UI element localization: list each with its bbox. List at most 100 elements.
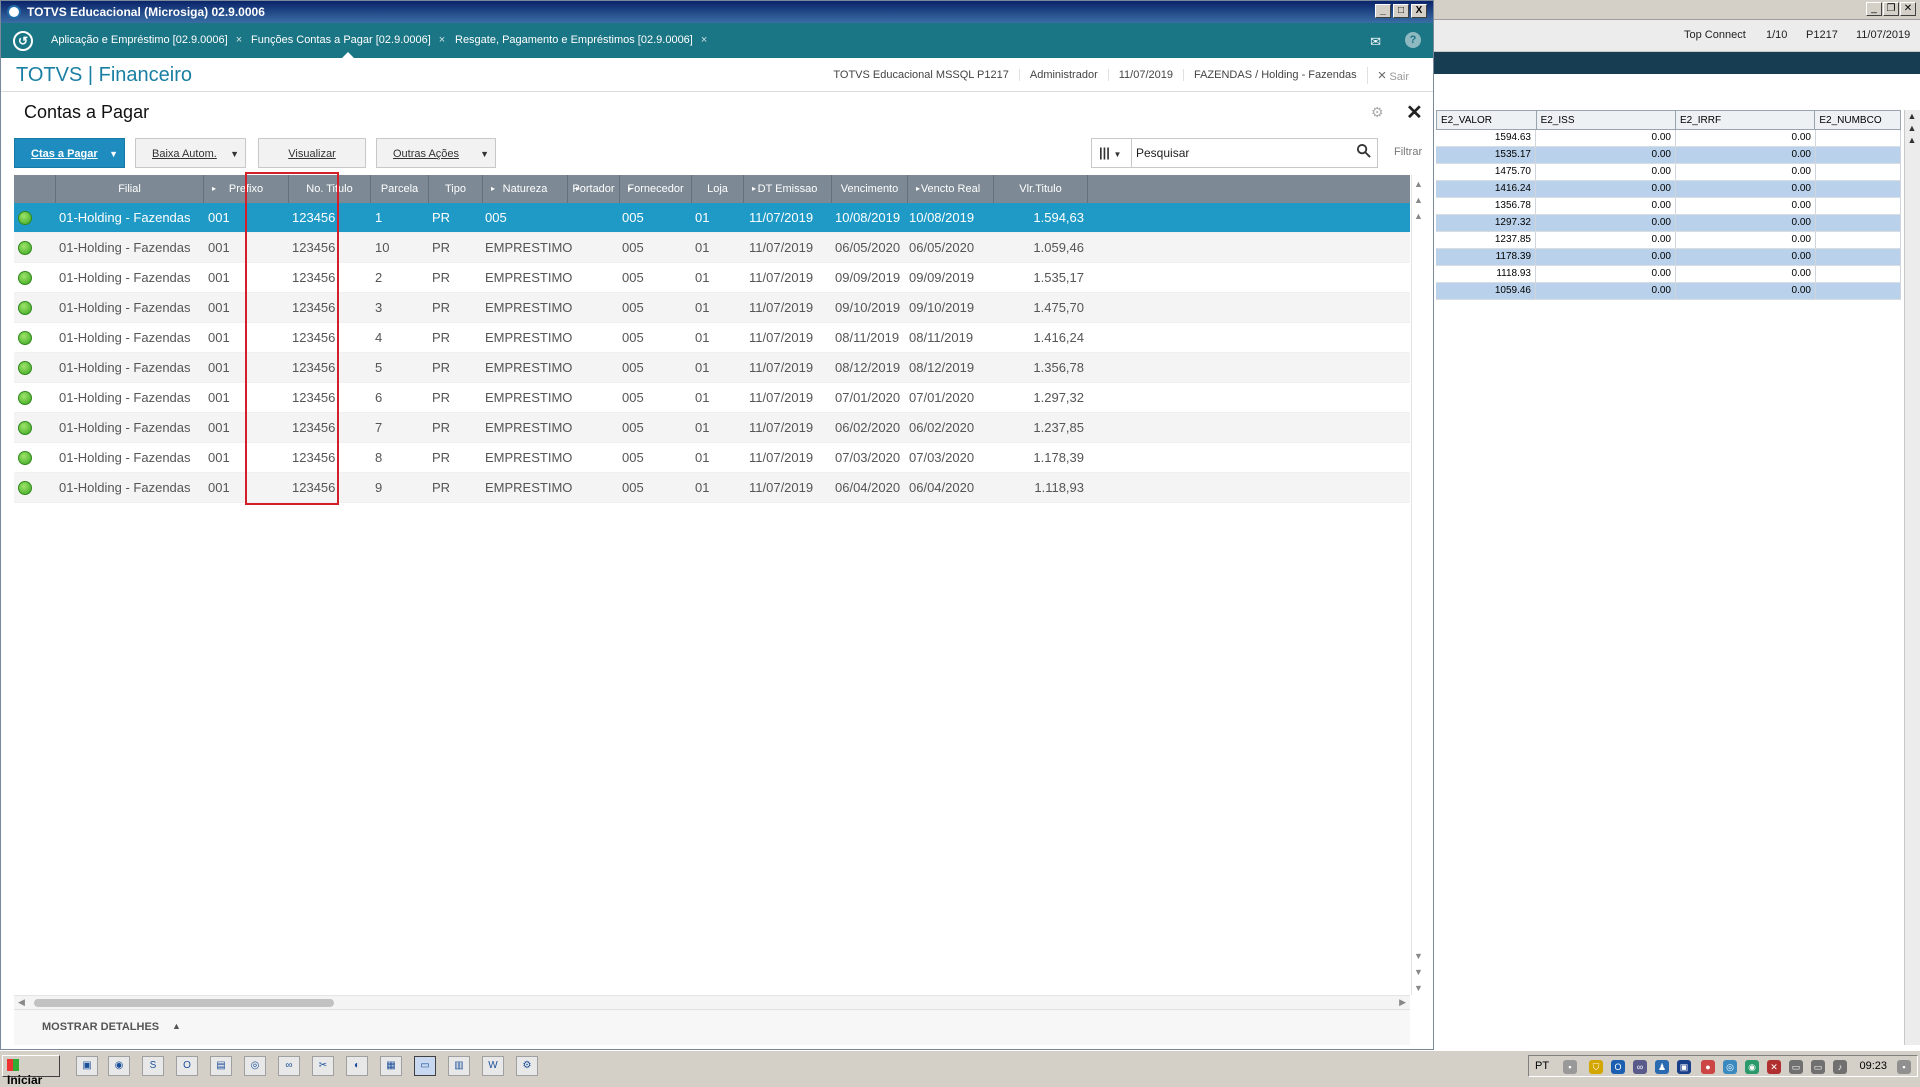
status-legend-icon[interactable] (18, 211, 32, 225)
outlook-tray-icon[interactable]: O (1611, 1060, 1625, 1074)
tray-icon[interactable]: ♟ (1655, 1060, 1669, 1074)
status-legend-icon[interactable] (18, 481, 32, 495)
chrome-icon[interactable]: ◎ (244, 1056, 266, 1076)
search-icon[interactable] (1356, 143, 1371, 162)
bg-restore-button[interactable]: ❐ (1883, 2, 1899, 16)
taskbar-app-icon[interactable]: ◐ (346, 1056, 368, 1076)
taskbar-app-icon[interactable]: ◉ (108, 1056, 130, 1076)
bg-table-row[interactable]: 1416.24 0.00 0.00 (1436, 181, 1901, 198)
table-row[interactable]: 01-Holding - Fazendas 001 123456 6 PR EMPREST… (14, 383, 1410, 413)
chevron-up-icon[interactable]: ▲ (172, 1021, 181, 1031)
scroll-down-icon[interactable]: ▼ (1414, 967, 1423, 977)
visualizar-button[interactable]: Visualizar (258, 138, 366, 168)
bg-table-row[interactable]: 1237.85 0.00 0.00 (1436, 232, 1901, 249)
column-header[interactable]: Vencimento (832, 175, 908, 203)
bg-close-button[interactable]: ✕ (1900, 2, 1916, 16)
bg-col-header[interactable]: E2_IRRF (1676, 111, 1816, 129)
outras-acoes-button[interactable]: Outras Ações ▼ (376, 138, 496, 168)
bg-scroll-up-icon[interactable]: ▲ (1905, 110, 1919, 122)
tray-icon[interactable]: ◉ (1745, 1060, 1759, 1074)
tray-icon[interactable]: ● (1701, 1060, 1715, 1074)
column-header[interactable]: Parcela (371, 175, 429, 203)
table-row[interactable]: 01-Holding - Fazendas 001 123456 7 PR EMPREST… (14, 413, 1410, 443)
language-indicator[interactable]: PT (1535, 1060, 1549, 1072)
bg-scroll-up-icon[interactable]: ▲ (1905, 134, 1919, 146)
status-legend-icon[interactable] (18, 391, 32, 405)
tray-icon[interactable]: ◎ (1723, 1060, 1737, 1074)
skype-icon[interactable]: S (142, 1056, 164, 1076)
gear-icon[interactable]: ⚙ (1371, 104, 1384, 121)
scroll-bottom-icon[interactable]: ▼ (1414, 983, 1423, 993)
clock[interactable]: 09:23 (1859, 1060, 1887, 1072)
ctas-a-pagar-button[interactable]: Ctas a Pagar ▼ (14, 138, 125, 168)
bg-table-row[interactable]: 1535.17 0.00 0.00 (1436, 147, 1901, 164)
close-page-icon[interactable]: ✕ (1406, 100, 1423, 125)
column-header[interactable]: ▸ Prefixo (204, 175, 289, 203)
bg-col-header[interactable]: E2_NUMBCO (1815, 111, 1900, 129)
folder-icon[interactable]: ▤ (210, 1056, 232, 1076)
column-header[interactable]: Loja (692, 175, 744, 203)
table-row[interactable]: 01-Holding - Fazendas 001 123456 9 PR EMPREST… (14, 473, 1410, 503)
status-legend-icon[interactable] (18, 451, 32, 465)
column-header[interactable]: Filial (56, 175, 204, 203)
tray-icon[interactable]: ▪ (1563, 1060, 1577, 1074)
bg-table-row[interactable]: 1356.78 0.00 0.00 (1436, 198, 1901, 215)
tab-funcoes-contas-pagar[interactable]: Funções Contas a Pagar [02.9.0006] × (241, 23, 455, 58)
scroll-right-icon[interactable]: ▶ (1399, 997, 1406, 1008)
bg-vertical-scrollbar[interactable]: ▲ ▲ ▲ (1904, 110, 1920, 1045)
tab-close-icon[interactable]: × (701, 34, 707, 46)
taskbar-app-icon[interactable]: ∞ (278, 1056, 300, 1076)
table-row[interactable]: 01-Holding - Fazendas 001 123456 5 PR EMPREST… (14, 353, 1410, 383)
taskbar-app-icon[interactable]: ⚙ (516, 1056, 538, 1076)
minimize-button[interactable]: _ (1375, 4, 1391, 18)
maximize-button[interactable]: □ (1393, 4, 1409, 18)
bg-table-row[interactable]: 1297.32 0.00 0.00 (1436, 215, 1901, 232)
taskbar-app-icon[interactable]: ▥ (448, 1056, 470, 1076)
shield-icon[interactable]: ⛉ (1589, 1060, 1603, 1074)
speaker-icon[interactable]: ♪ (1833, 1060, 1847, 1074)
bg-table-row[interactable]: 1594.63 0.00 0.00 (1436, 130, 1901, 147)
column-header[interactable]: ▸ Vencto Real (908, 175, 994, 203)
bg-col-header[interactable]: E2_ISS (1537, 111, 1676, 129)
show-details-label[interactable]: MOSTRAR DETALHES (42, 1021, 159, 1033)
taskbar-totvs-window[interactable]: ▭ (414, 1056, 436, 1076)
status-legend-icon[interactable] (18, 301, 32, 315)
taskbar-app-icon[interactable]: ✂ (312, 1056, 334, 1076)
bg-col-header[interactable]: E2_VALOR (1437, 111, 1537, 129)
bg-table-row[interactable]: 1178.39 0.00 0.00 (1436, 249, 1901, 266)
column-header[interactable]: No. Titulo (289, 175, 371, 203)
tab-resgate-pagamento[interactable]: Resgate, Pagamento e Empréstimos [02.9.0… (445, 23, 717, 58)
column-header[interactable]: Tipo (429, 175, 483, 203)
status-legend-icon[interactable] (18, 331, 32, 345)
scroll-top-icon[interactable]: ▲ (1414, 211, 1423, 221)
scroll-up-icon[interactable]: ▲ (1414, 195, 1423, 205)
help-icon[interactable]: ? (1405, 32, 1421, 48)
table-row[interactable]: 01-Holding - Fazendas 001 123456 1 PR 005 005 0… (14, 203, 1410, 233)
table-row[interactable]: 01-Holding - Fazendas 001 123456 8 PR EMPREST… (14, 443, 1410, 473)
bg-minimize-button[interactable]: _ (1866, 2, 1882, 16)
vertical-scrollbar[interactable]: ▲ ▲ ▲ ▼ ▼ ▼ (1411, 175, 1427, 995)
tray-icon[interactable]: ▪ (1897, 1060, 1911, 1074)
tray-icon[interactable]: ✕ (1767, 1060, 1781, 1074)
status-legend-icon[interactable] (18, 241, 32, 255)
bg-table-row[interactable]: 1118.93 0.00 0.00 (1436, 266, 1901, 283)
table-row[interactable]: 01-Holding - Fazendas 001 123456 2 PR EMPREST… (14, 263, 1410, 293)
scroll-down-icon[interactable]: ▼ (1414, 951, 1423, 961)
show-details-bar[interactable]: MOSTRAR DETALHES ▲ (14, 1009, 1410, 1045)
taskbar-app-icon[interactable]: ▣ (76, 1056, 98, 1076)
column-header[interactable]: ▸ Fornecedor (620, 175, 692, 203)
tray-icon[interactable]: ∞ (1633, 1060, 1647, 1074)
scrollbar-thumb[interactable] (34, 999, 334, 1007)
bg-table-row[interactable]: 1059.46 0.00 0.00 (1436, 283, 1901, 300)
table-row[interactable]: 01-Holding - Fazendas 001 123456 10 PR EMPRES… (14, 233, 1410, 263)
bg-scroll-up-icon[interactable]: ▲ (1905, 122, 1919, 134)
status-legend-icon[interactable] (18, 361, 32, 375)
close-window-button[interactable]: X (1411, 4, 1427, 18)
horizontal-scrollbar[interactable]: ◀ ▶ (14, 995, 1410, 1009)
scroll-up-icon[interactable]: ▲ (1414, 179, 1423, 189)
column-header[interactable] (14, 175, 56, 203)
tray-icon[interactable]: ▭ (1789, 1060, 1803, 1074)
status-legend-icon[interactable] (18, 271, 32, 285)
start-button[interactable]: Iniciar (2, 1055, 60, 1087)
home-icon[interactable]: ↺ (13, 31, 33, 51)
